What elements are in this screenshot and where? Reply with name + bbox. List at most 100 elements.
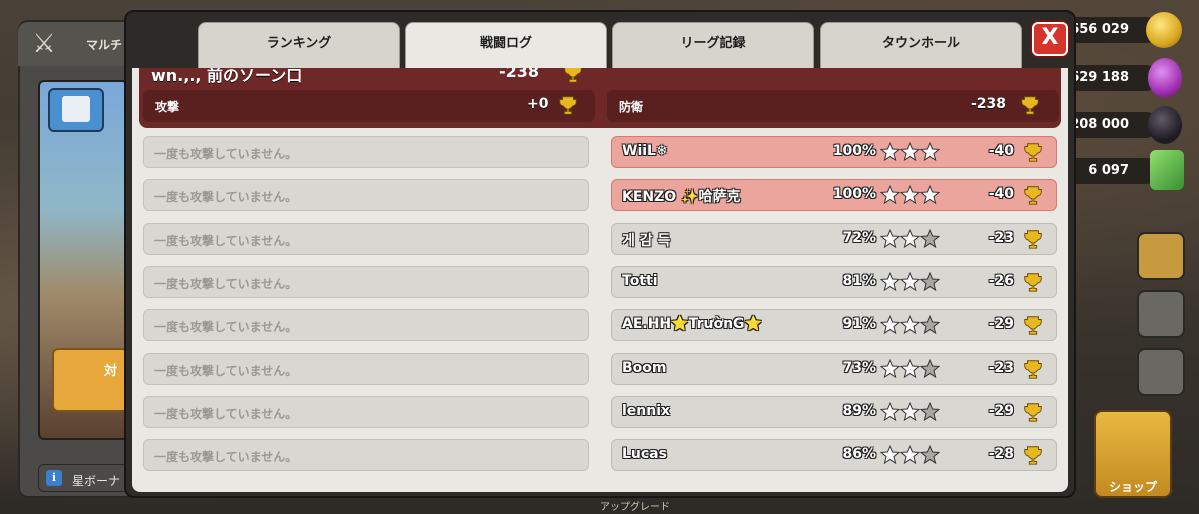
events-button[interactable]: [1137, 232, 1185, 280]
attacker-name: WiiL❄: [622, 143, 668, 159]
defense-row[interactable]: AE.HH⭐TrườnG⭐ 91% -29: [611, 309, 1057, 341]
no-attack-text: 一度も攻撃していません。: [154, 234, 298, 248]
attack-summary-label: 攻撃: [155, 100, 180, 114]
defense-row[interactable]: lennix 89% -29: [611, 396, 1057, 428]
defense-row[interactable]: Totti 81% -26: [611, 266, 1057, 298]
star-empty-icon: [920, 402, 940, 422]
gold-value: 656 029: [1070, 22, 1129, 37]
defense-summary: 防衛 -238: [607, 90, 1059, 122]
settings-button[interactable]: [1137, 348, 1185, 396]
gems-counter: 6 097: [1063, 158, 1159, 184]
destruction-percent: 73%: [842, 360, 876, 376]
tab-ranking[interactable]: ランキング: [198, 22, 400, 68]
edit-icon: [62, 96, 90, 122]
destruction-percent: 100%: [832, 186, 876, 202]
destruction-percent: 72%: [842, 230, 876, 246]
previous-season-value: -238: [499, 68, 540, 81]
trophy-change: -29: [988, 403, 1014, 419]
trophy-icon: [1024, 143, 1042, 162]
dark-elixir-value: 208 000: [1070, 117, 1129, 132]
star-bonus-label: 星ボーナ: [72, 474, 121, 488]
trophy-icon: [559, 96, 577, 115]
star-filled-icon: [880, 445, 900, 465]
trophy-icon: [1024, 186, 1042, 205]
trophy-icon: [1024, 230, 1042, 249]
no-attack-text: 一度も攻撃していません。: [154, 190, 298, 204]
attacker-name: Lucas: [622, 446, 667, 462]
trophy-icon: [1021, 96, 1039, 115]
star-filled-icon: [900, 315, 920, 335]
attack-row: 一度も攻撃していません。: [143, 309, 589, 341]
gold-icon: [1146, 12, 1182, 48]
attack-row: 一度も攻撃していません。: [143, 179, 589, 211]
gem-icon: [1150, 150, 1184, 190]
attack-row: 一度も攻撃していません。: [143, 266, 589, 298]
trophy-change: -40: [988, 143, 1014, 159]
star-filled-icon: [900, 142, 920, 162]
attacker-name: Boom: [622, 360, 667, 376]
defense-row[interactable]: WiiL❄ 100% -40: [611, 136, 1057, 168]
trophy-icon: [1024, 403, 1042, 422]
no-attack-text: 一度も攻撃していません。: [154, 320, 298, 334]
trophy-change: -23: [988, 230, 1014, 246]
attacker-name: Totti: [622, 273, 658, 289]
star-filled-icon: [900, 272, 920, 292]
no-attack-text: 一度も攻撃していません。: [154, 407, 298, 421]
dark-elixir-icon: [1148, 106, 1182, 144]
destruction-percent: 86%: [842, 446, 876, 462]
info-icon[interactable]: i: [46, 470, 62, 486]
attack-row: 一度も攻撃していません。: [143, 396, 589, 428]
star-filled-icon: [880, 402, 900, 422]
defense-row[interactable]: Lucas 86% -28: [611, 439, 1057, 471]
star-filled-icon: [900, 359, 920, 379]
tab-battle-log[interactable]: 戦闘ログ: [405, 22, 607, 68]
destruction-percent: 91%: [842, 316, 876, 332]
star-rating: [880, 185, 942, 207]
trophy-change: -23: [988, 360, 1014, 376]
star-filled-icon: [900, 402, 920, 422]
trophy-icon: [1024, 273, 1042, 292]
defense-row[interactable]: KENZO ✨哈萨克 100% -40: [611, 179, 1057, 211]
star-rating: [880, 359, 942, 381]
star-rating: [880, 142, 942, 164]
attack-row: 一度も攻撃していません。: [143, 223, 589, 255]
defense-summary-value: -238: [971, 96, 1007, 112]
defense-row[interactable]: Boom 73% -23: [611, 353, 1057, 385]
star-filled-icon: [880, 229, 900, 249]
trophy-icon: [1024, 446, 1042, 465]
trophy-icon: [1024, 360, 1042, 379]
tab-town-hall[interactable]: タウンホール: [820, 22, 1022, 68]
star-filled-icon: [880, 359, 900, 379]
previous-season-title: wn.,., 前のソーン口: [151, 68, 303, 85]
trophy-change: -40: [988, 186, 1014, 202]
star-empty-icon: [920, 272, 940, 292]
close-button[interactable]: X: [1032, 22, 1068, 56]
multiplayer-title: マルチ: [86, 38, 123, 52]
defense-row[interactable]: 게 감 득 72% -23: [611, 223, 1057, 255]
tab-league-record[interactable]: リーグ記録: [612, 22, 814, 68]
attack-row: 一度も攻撃していません。: [143, 353, 589, 385]
star-empty-icon: [920, 229, 940, 249]
attacker-name: KENZO ✨哈萨克: [622, 189, 741, 205]
star-filled-icon: [900, 185, 920, 205]
find-match-button[interactable]: [52, 348, 128, 412]
elixir-value: 629 188: [1070, 70, 1129, 85]
star-filled-icon: [880, 272, 900, 292]
season-summary: wn.,., 前のソーン口 -238 攻撃 +0 防衛 -238: [139, 68, 1061, 128]
attack-summary: 攻撃 +0: [143, 90, 595, 122]
attack-summary-value: +0: [527, 96, 549, 112]
star-filled-icon: [920, 185, 940, 205]
attack-row: 一度も攻撃していません。: [143, 439, 589, 471]
gold-counter: 656 029: [1063, 17, 1159, 43]
trophy-change: -28: [988, 446, 1014, 462]
star-empty-icon: [920, 359, 940, 379]
star-filled-icon: [880, 142, 900, 162]
attacker-name: lennix: [622, 403, 671, 419]
elixir-icon: [1148, 58, 1182, 98]
no-attack-text: 一度も攻撃していません。: [154, 364, 298, 378]
attack-row: 一度も攻撃していません。: [143, 136, 589, 168]
builder-base-button[interactable]: [1137, 290, 1185, 338]
defense-summary-label: 防衛: [619, 100, 644, 114]
star-empty-icon: [920, 445, 940, 465]
star-filled-icon: [900, 445, 920, 465]
